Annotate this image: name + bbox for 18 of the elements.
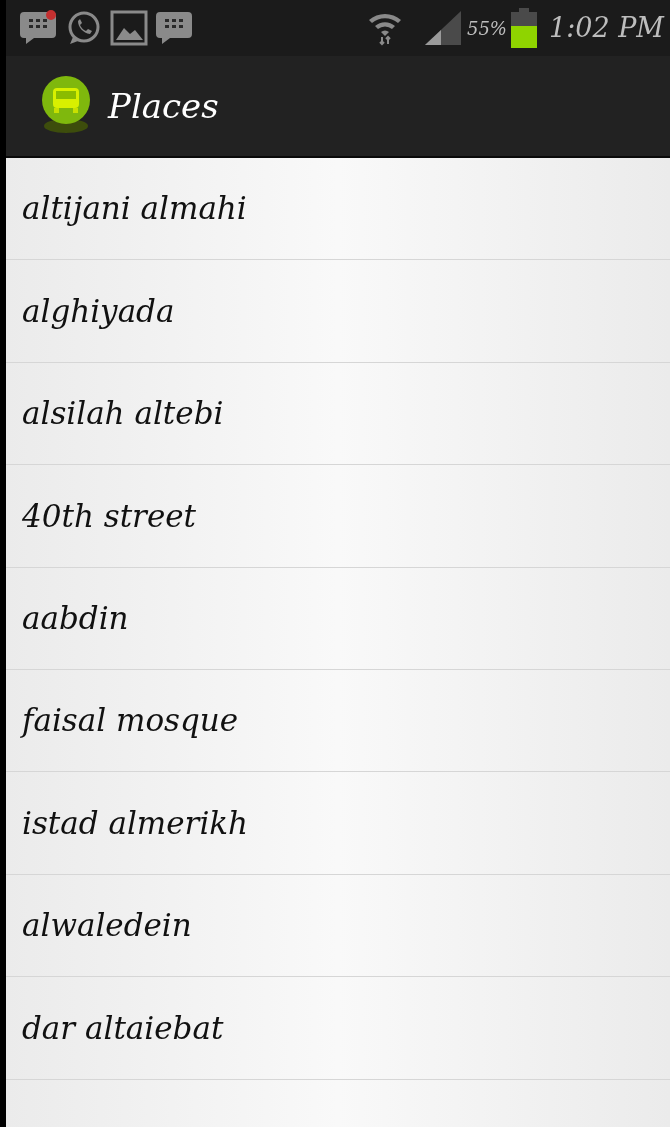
place-item[interactable]: 40th street: [6, 465, 670, 568]
chat-notification-icon: [20, 9, 58, 47]
place-item[interactable]: alsilah altebi: [6, 362, 670, 466]
place-item[interactable]: alghiyada: [6, 260, 670, 363]
place-item[interactable]: dar altaiebat: [6, 977, 670, 1080]
clock-time: 1:02 PM: [548, 10, 664, 45]
place-item[interactable]: faisal mosque: [6, 669, 670, 773]
place-item[interactable]: istad almerikh: [6, 772, 670, 875]
bus-icon: [40, 76, 92, 136]
image-icon: [110, 10, 148, 46]
battery-percentage: 55%: [466, 16, 507, 41]
chat-icon: [156, 9, 194, 47]
battery-icon: [510, 8, 537, 48]
place-item[interactable]: altijani almahi: [6, 158, 670, 261]
place-item[interactable]: alwaledein: [6, 874, 670, 978]
app-title: Places: [108, 84, 219, 128]
phone-bubble-icon: [66, 10, 102, 46]
place-item[interactable]: aabdin: [6, 567, 670, 670]
